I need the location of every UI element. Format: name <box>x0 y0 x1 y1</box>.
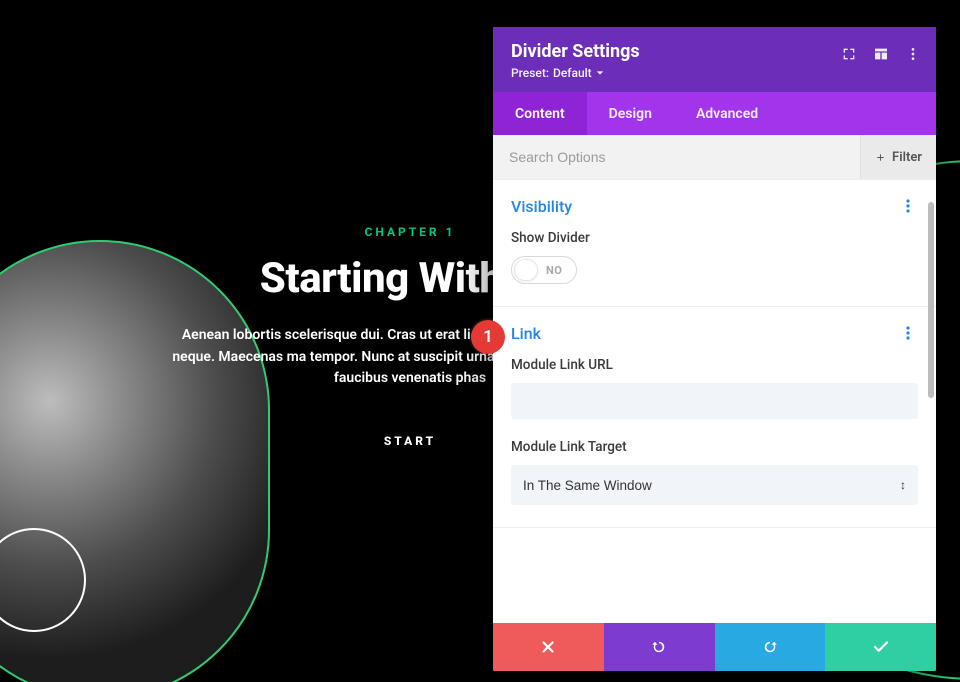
search-bar: Filter <box>493 135 936 180</box>
panel-body[interactable]: Visibility Show Divider NO Link <box>493 180 936 623</box>
settings-panel: Divider Settings Preset: Default Content… <box>493 27 936 671</box>
field-show-divider: Show Divider NO <box>511 230 918 284</box>
redo-button[interactable] <box>715 623 826 671</box>
label-module-link-url: Module Link URL <box>511 357 918 373</box>
save-button[interactable] <box>825 623 936 671</box>
undo-icon <box>650 638 668 656</box>
panel-tabs: Content Design Advanced <box>493 92 936 135</box>
section-title-visibility[interactable]: Visibility <box>511 197 572 216</box>
field-module-link-url: Module Link URL <box>511 357 918 419</box>
tab-design[interactable]: Design <box>587 92 674 135</box>
section-title-link[interactable]: Link <box>511 324 541 343</box>
preset-value: Default <box>553 66 592 80</box>
layout-icon[interactable] <box>866 41 896 67</box>
redo-icon <box>761 638 779 656</box>
check-icon <box>872 638 890 656</box>
panel-header[interactable]: Divider Settings Preset: Default <box>493 27 936 92</box>
section-menu-link[interactable] <box>898 323 918 343</box>
preset-prefix: Preset: <box>511 66 549 80</box>
start-button[interactable]: Start <box>384 434 436 448</box>
section-visibility: Visibility Show Divider NO <box>493 180 936 307</box>
input-module-link-url[interactable] <box>511 383 918 419</box>
close-icon <box>539 638 557 656</box>
section-menu-visibility[interactable] <box>898 196 918 216</box>
select-module-link-target[interactable]: In The Same Window <box>511 465 918 505</box>
undo-button[interactable] <box>604 623 715 671</box>
label-show-divider: Show Divider <box>511 230 918 246</box>
more-icon[interactable] <box>898 41 928 67</box>
filter-button[interactable]: Filter <box>860 135 936 179</box>
cancel-button[interactable] <box>493 623 604 671</box>
field-module-link-target: Module Link Target In The Same Window ↕ <box>511 439 918 505</box>
toggle-show-divider[interactable]: NO <box>511 256 577 284</box>
toggle-knob <box>514 259 538 281</box>
section-link: Link Module Link URL Module Link Target … <box>493 307 936 528</box>
spacer <box>493 528 936 558</box>
caret-down-icon <box>596 69 604 77</box>
plus-icon <box>875 152 886 163</box>
tab-advanced[interactable]: Advanced <box>674 92 780 135</box>
filter-label: Filter <box>892 150 922 165</box>
panel-footer <box>493 623 936 671</box>
search-input[interactable] <box>493 136 860 178</box>
preset-dropdown[interactable]: Preset: Default <box>511 66 918 80</box>
tab-content[interactable]: Content <box>493 92 587 135</box>
toggle-value: NO <box>546 264 562 277</box>
scrollbar-thumb[interactable] <box>928 202 934 398</box>
annotation-badge-1: 1 <box>471 320 505 354</box>
expand-icon[interactable] <box>834 41 864 67</box>
label-module-link-target: Module Link Target <box>511 439 918 455</box>
